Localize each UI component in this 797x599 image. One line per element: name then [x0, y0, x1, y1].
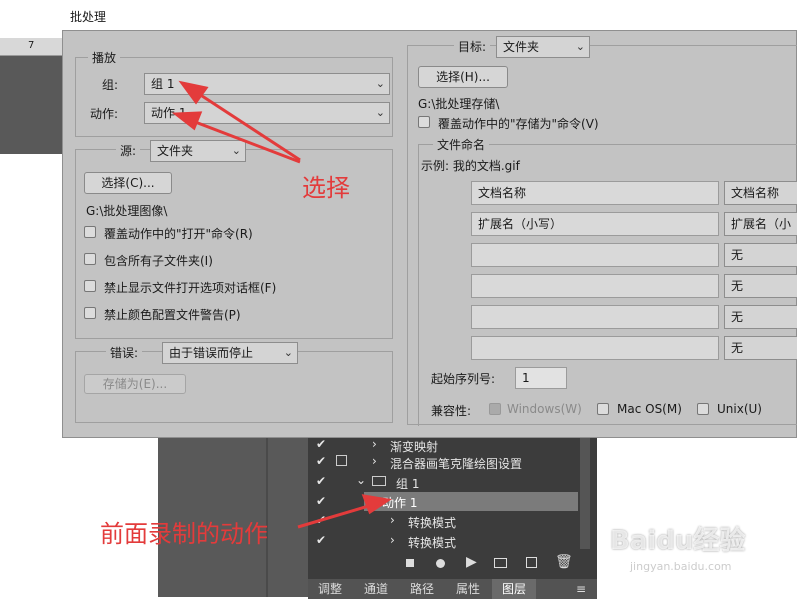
watermark-url: jingyan.baidu.com: [630, 560, 732, 573]
annotation-arrows: [171, 80, 392, 529]
annotation-recorded: 前面录制的动作: [100, 520, 268, 548]
arrow-to-group: [178, 80, 301, 162]
watermark-logo: Baidu经验: [610, 526, 746, 556]
watermark: Baidu经验 jingyan.baidu.com: [610, 520, 790, 580]
arrow-to-recorded-action: [297, 494, 392, 529]
annotation-select: 选择: [302, 174, 350, 202]
